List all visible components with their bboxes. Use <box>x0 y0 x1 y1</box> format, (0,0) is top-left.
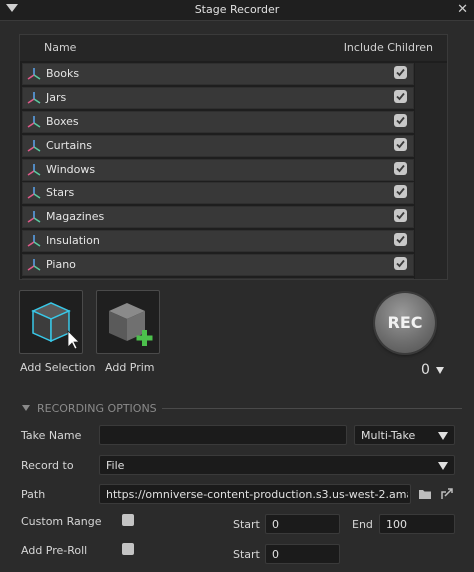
window-title: Stage Recorder <box>194 3 280 16</box>
list-item-label: Stars <box>46 186 75 200</box>
start-input[interactable]: 0 <box>265 514 340 534</box>
record-button-label: REC <box>387 313 423 332</box>
list-item[interactable]: Insulation <box>22 230 414 253</box>
record-to-value: File <box>106 459 125 472</box>
include-children-checkbox[interactable] <box>394 185 407 199</box>
list-item-label: Windows <box>46 162 96 176</box>
start-value: 0 <box>272 518 279 531</box>
list-item-label: Books <box>46 67 80 80</box>
pre-roll-checkbox[interactable] <box>122 543 134 555</box>
list-item[interactable]: Books <box>22 63 414 85</box>
pre-roll-start-input[interactable]: 0 <box>265 544 340 564</box>
checkmark-icon <box>396 260 405 268</box>
list-item[interactable]: Jars <box>22 86 414 109</box>
add-prim-button[interactable] <box>96 290 160 354</box>
list-item[interactable]: Magazines <box>22 206 414 229</box>
checkmark-icon <box>396 68 405 77</box>
list-item[interactable]: Piano <box>22 254 414 277</box>
xform-prim-icon <box>27 91 41 104</box>
counter-dropdown-icon[interactable] <box>436 367 444 374</box>
include-children-checkbox[interactable] <box>394 209 407 223</box>
record-to-label: Record to <box>21 459 74 472</box>
pre-roll-label: Add Pre-Roll <box>21 544 88 557</box>
include-children-checkbox[interactable] <box>394 137 407 151</box>
window-titlebar: Stage Recorder ✕ <box>0 0 474 21</box>
list-item-label: Magazines <box>46 210 105 224</box>
list-item[interactable]: Curtains <box>22 134 414 157</box>
record-button[interactable]: REC <box>375 293 435 353</box>
list-item[interactable]: Stars <box>22 182 414 205</box>
include-children-checkbox[interactable] <box>394 89 407 103</box>
collapse-caret-icon[interactable] <box>22 405 30 411</box>
list-item[interactable]: StarBall <box>22 278 414 279</box>
take-name-input[interactable] <box>99 425 347 445</box>
list-item[interactable]: Windows <box>22 158 414 181</box>
add-selection-button[interactable] <box>19 290 83 354</box>
list-item[interactable]: Boxes <box>22 110 414 133</box>
take-name-label: Take Name <box>21 429 82 442</box>
include-children-checkbox[interactable] <box>394 66 407 79</box>
column-header-include-children[interactable]: Include Children <box>344 41 433 54</box>
take-counter[interactable]: 0 <box>421 362 430 378</box>
pre-roll-start-label: Start <box>233 548 260 561</box>
take-mode-dropdown[interactable]: Multi-Take <box>354 425 455 445</box>
include-children-checkbox[interactable] <box>394 161 407 175</box>
end-input[interactable]: 100 <box>379 514 455 534</box>
include-children-checkbox[interactable] <box>394 113 407 127</box>
recording-options-header[interactable]: RECORDING OPTIONS <box>22 402 462 416</box>
include-children-checkbox[interactable] <box>394 233 407 247</box>
checkmark-icon <box>396 212 405 220</box>
open-link-icon[interactable] <box>440 487 454 501</box>
checkmark-icon <box>396 92 405 101</box>
path-label: Path <box>21 488 46 501</box>
section-divider <box>162 408 462 409</box>
list-item-label: Boxes <box>46 114 79 128</box>
pre-roll-start-value: 0 <box>272 548 279 561</box>
path-input[interactable]: https://omniverse-content-production.s3.… <box>99 484 411 504</box>
end-value: 100 <box>386 518 407 531</box>
xform-prim-icon <box>27 235 41 247</box>
xform-prim-icon <box>27 187 41 200</box>
custom-range-label: Custom Range <box>21 515 102 528</box>
start-label: Start <box>233 518 260 531</box>
custom-range-checkbox[interactable] <box>122 514 134 526</box>
take-mode-value: Multi-Take <box>361 429 416 442</box>
list-item-label: Insulation <box>46 234 100 248</box>
xform-prim-icon <box>27 259 41 271</box>
xform-prim-icon <box>27 68 41 80</box>
include-children-checkbox[interactable] <box>394 257 407 271</box>
xform-prim-icon <box>27 211 41 224</box>
section-title: RECORDING OPTIONS <box>37 402 157 415</box>
list-item-label: Curtains <box>46 138 92 152</box>
checkmark-icon <box>396 116 405 125</box>
close-icon[interactable]: ✕ <box>457 2 468 18</box>
checkmark-icon <box>396 164 405 172</box>
checkmark-icon <box>396 236 405 244</box>
prim-list: Name Include Children Books Jars Boxes Curt… <box>19 34 448 280</box>
add-prim-label: Add Prim <box>105 361 155 374</box>
add-selection-label: Add Selection <box>20 361 96 374</box>
xform-prim-icon <box>27 163 41 176</box>
record-to-dropdown[interactable]: File <box>99 455 455 475</box>
list-item-label: Piano <box>46 258 76 272</box>
chevron-down-icon <box>438 432 448 440</box>
list-scrollbar[interactable] <box>415 63 447 279</box>
folder-icon[interactable] <box>418 487 432 501</box>
checkmark-icon <box>396 140 405 149</box>
xform-prim-icon <box>27 115 41 128</box>
column-header-name[interactable]: Name <box>44 41 76 54</box>
cube-selection-icon <box>31 302 80 350</box>
list-rows: Books Jars Boxes Curtains Windows Stars Magazi… <box>22 63 414 279</box>
end-label: End <box>352 518 373 531</box>
chevron-down-icon <box>438 462 448 470</box>
checkmark-icon <box>396 188 405 196</box>
list-item-label: Jars <box>46 90 67 104</box>
list-header: Name Include Children <box>20 35 447 61</box>
xform-prim-icon <box>27 139 41 152</box>
cube-add-icon <box>109 303 153 346</box>
path-value: https://omniverse-content-production.s3.… <box>106 488 408 501</box>
